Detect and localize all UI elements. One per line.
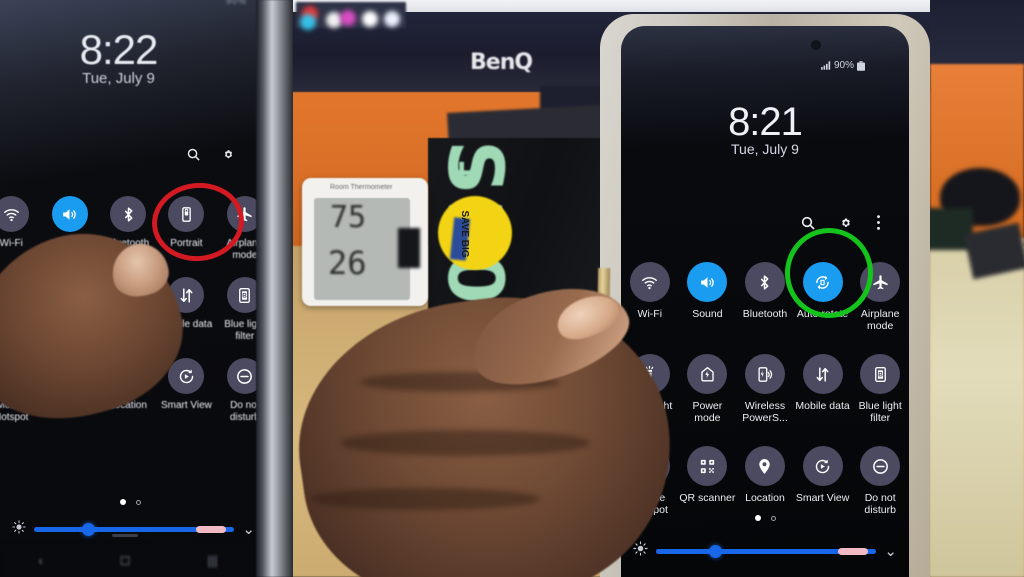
quick-toggle-label: Airplane mode: [860, 308, 900, 332]
left-page-dots[interactable]: [8, 499, 253, 505]
punch-hole-camera: [811, 40, 821, 50]
qr-scanner-icon[interactable]: [687, 446, 728, 486]
s10-box-sticker-text: SAVE BIG: [459, 210, 470, 258]
thermometer-humidity-value: 75: [330, 200, 367, 235]
wifi-icon[interactable]: [629, 262, 670, 302]
page-dot[interactable]: [754, 515, 761, 521]
do-not-disturb-icon[interactable]: [860, 446, 901, 486]
left-header-icons: [186, 146, 261, 167]
desk-right: [930, 238, 1024, 577]
quick-toggle-power-mode[interactable]: Power mode: [679, 354, 737, 424]
quick-toggle-blue-light-filter[interactable]: B Blue light filter: [851, 354, 909, 424]
right-page-dots-wrap: [621, 515, 909, 521]
signal-bars-icon: [820, 61, 831, 70]
s10-box-plus-text: +: [437, 160, 486, 186]
quick-toggle-label: Mobile data: [795, 400, 850, 412]
quick-toggle-label: Wi-Fi: [637, 308, 663, 320]
quick-toggle-mobile-data[interactable]: Mobile data: [794, 354, 852, 424]
svg-text:B: B: [243, 292, 248, 299]
hand-crease-2: [310, 488, 540, 510]
location-pin-icon[interactable]: [744, 446, 785, 486]
smart-view-icon[interactable]: [168, 358, 205, 394]
quick-toggle-label: Smart View: [160, 400, 212, 411]
left-navigation-bar[interactable]: ‹ ◻ |||: [0, 543, 256, 577]
chevron-down-icon[interactable]: ⌄: [884, 544, 897, 559]
quick-toggle-label: Smart View: [795, 492, 850, 504]
svg-text:B: B: [878, 371, 883, 378]
bluetooth-icon[interactable]: [744, 262, 785, 302]
right-brightness-track[interactable]: [656, 544, 877, 558]
brightness-sun-icon: [633, 541, 648, 561]
brightness-sun-icon: [12, 520, 26, 539]
blue-light-filter-icon[interactable]: B: [860, 354, 901, 394]
quick-toggle-label: Blue light filter: [858, 400, 902, 424]
left-brightness-track[interactable]: [34, 523, 235, 536]
quick-toggle-label: QR scanner: [679, 492, 736, 504]
background-monitor-right: [930, 0, 1024, 68]
left-phone-case-edge: [256, 0, 293, 577]
right-brightness-row[interactable]: ⌄: [621, 541, 909, 561]
sound-icon[interactable]: [51, 196, 88, 232]
right-brightness-endcap: [838, 547, 869, 555]
quick-toggle-qr-scanner[interactable]: QR scanner: [679, 446, 737, 516]
right-phone-screen[interactable]: 90% 8:21 Tue, July 9 Wi-Fi Sound Bluetoo…: [621, 26, 909, 577]
battery-percent-label: 90%: [833, 60, 854, 71]
bluetooth-icon[interactable]: [110, 196, 147, 232]
left-clock-date: Tue, July 9: [82, 70, 155, 87]
left-brightness-endcap: [196, 526, 227, 533]
left-brightness-knob[interactable]: [82, 523, 96, 536]
more-options-icon[interactable]: [876, 214, 881, 236]
page-dot[interactable]: [136, 499, 141, 505]
nav-recents-icon[interactable]: |||: [207, 553, 217, 568]
smart-view-icon[interactable]: [802, 446, 843, 486]
quick-toggle-label: Power mode: [692, 400, 723, 424]
right-clock-date: Tue, July 9: [731, 141, 799, 157]
benq-logo: BenQ: [470, 50, 533, 75]
left-clock-time: 8:22: [79, 26, 159, 73]
right-brightness-slider[interactable]: ⌄: [621, 541, 909, 561]
wireless-powershare-icon[interactable]: [744, 354, 785, 394]
sound-icon[interactable]: [687, 262, 728, 302]
quick-toggle-label: Sound: [692, 308, 723, 320]
thermometer-temperature-value: 26: [328, 244, 367, 282]
page-dot[interactable]: [120, 499, 126, 505]
screenshot-scene: BenQ S10 + SAVE BIG Room Thermometer 75 …: [0, 0, 1024, 577]
left-home-pill: [112, 534, 138, 537]
page-dot[interactable]: [770, 515, 776, 521]
quick-toggle-label: Location: [745, 492, 785, 504]
right-status-bar: 90%: [820, 60, 865, 71]
left-page-dots-wrap: [8, 499, 253, 505]
quick-toggle-wireless-powers[interactable]: Wireless PowerS...: [736, 354, 794, 424]
small-dark-object: [398, 228, 420, 268]
right-brightness-knob[interactable]: [708, 544, 722, 558]
quick-toggle-smart-view[interactable]: Smart View: [794, 446, 852, 516]
quick-toggle-wi-fi[interactable]: Wi-Fi: [621, 262, 679, 332]
right-page-dots[interactable]: [621, 515, 909, 521]
wifi-icon[interactable]: [0, 196, 30, 232]
quick-toggle-do-not-disturb[interactable]: Do not disturb: [851, 446, 909, 516]
chevron-down-icon[interactable]: ⌄: [242, 522, 255, 537]
quick-toggle-label: Wireless PowerS...: [742, 400, 788, 424]
nav-home-icon[interactable]: ◻: [120, 552, 131, 568]
left-status-bar: 90%: [225, 0, 247, 6]
quick-toggle-label: Do not disturb: [864, 492, 896, 516]
search-icon[interactable]: [186, 147, 201, 167]
right-quick-settings-grid[interactable]: Wi-Fi Sound Bluetooth Auto rotate Airplane m…: [621, 262, 909, 538]
quick-toggle-label: Bluetooth: [742, 308, 788, 320]
right-clock-time: 8:21: [728, 100, 803, 144]
mobile-data-icon[interactable]: [802, 354, 843, 394]
settings-gear-icon[interactable]: [221, 147, 236, 167]
hand-crease-1: [340, 430, 590, 456]
nav-back-icon[interactable]: ‹: [38, 553, 42, 568]
monitor-screen-lights: [296, 2, 406, 30]
quick-toggle-location[interactable]: Location: [736, 446, 794, 516]
thermometer-brand-label: Room Thermometer: [330, 184, 393, 191]
quick-toggle-sound[interactable]: Sound: [679, 262, 737, 332]
battery-icon: [857, 60, 865, 71]
power-mode-icon[interactable]: [687, 354, 728, 394]
